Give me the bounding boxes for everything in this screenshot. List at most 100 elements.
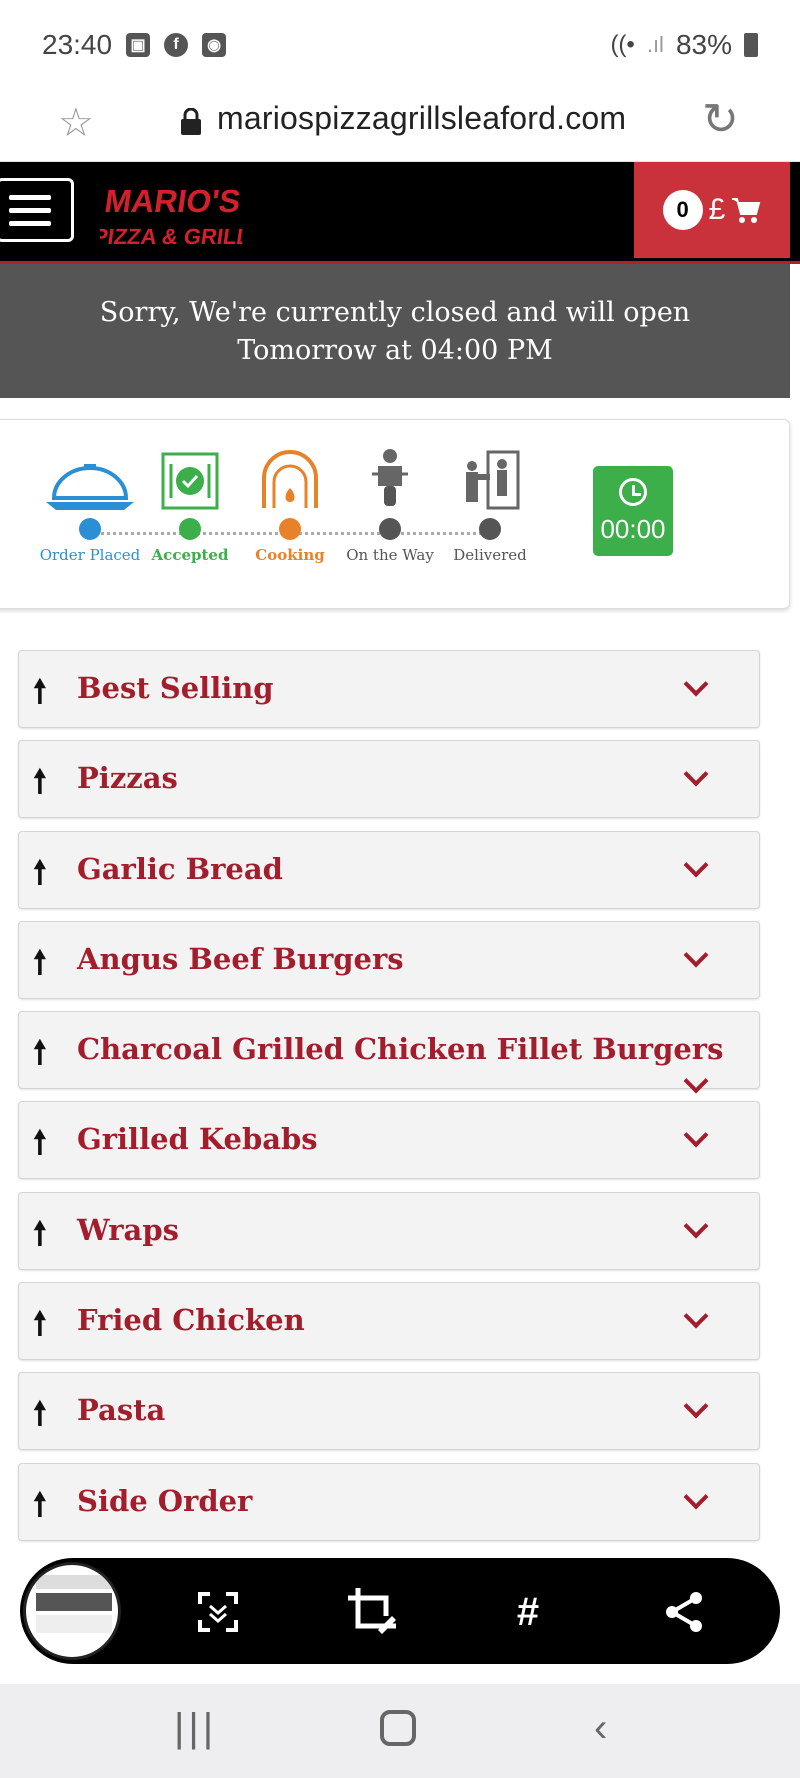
step-delivered: Delivered xyxy=(435,440,545,564)
facebook-icon: f xyxy=(164,33,189,57)
order-tracker: Order Placed Accepted Cooking On the Way… xyxy=(0,419,790,609)
step-dot xyxy=(379,518,401,540)
step-label: Cooking xyxy=(255,546,325,564)
gallery-icon: ▣ xyxy=(126,33,151,57)
category-name: Angus Beef Burgers xyxy=(77,941,404,976)
step-dot xyxy=(279,518,301,540)
reload-icon[interactable]: ↻ xyxy=(702,94,739,145)
oven-fire-icon xyxy=(235,440,345,510)
category-side-order[interactable]: 🠕 Side Order xyxy=(18,1462,760,1541)
door-delivery-icon xyxy=(435,440,545,510)
category-name: Pizzas xyxy=(77,761,178,796)
arrow-up-icon: 🠕 xyxy=(33,1485,47,1522)
back-icon[interactable]: ‹ xyxy=(594,1706,607,1751)
delivery-rider-icon xyxy=(335,440,445,510)
category-garlic-bread[interactable]: 🠕 Garlic Bread xyxy=(18,830,760,909)
step-label: Accepted xyxy=(151,546,229,564)
hashtag-icon[interactable]: # xyxy=(498,1582,558,1642)
category-chicken-fillet-burgers[interactable]: 🠕 Charcoal Grilled Chicken Fillet Burgers xyxy=(18,1011,760,1094)
step-cooking: Cooking xyxy=(235,440,345,564)
timer-value: 00:00 xyxy=(600,514,666,544)
svg-text:MARIO'S: MARIO'S xyxy=(102,183,242,219)
step-label: Delivered xyxy=(453,546,527,564)
svg-text:PIZZA & GRILL: PIZZA & GRILL xyxy=(100,224,242,249)
chevron-down-icon[interactable] xyxy=(683,942,709,968)
browser-address-bar: ☆ mariospizzagrillsleaford.com ↻ xyxy=(0,90,800,162)
category-name: Side Order xyxy=(77,1483,253,1518)
category-pizzas[interactable]: 🠕 Pizzas xyxy=(18,740,760,819)
category-angus-beef-burgers[interactable]: 🠕 Angus Beef Burgers xyxy=(18,920,760,999)
chevron-down-icon[interactable] xyxy=(683,1303,709,1329)
category-name: Wraps xyxy=(77,1212,179,1247)
closed-notice-line2: Tomorrow at 04:00 PM xyxy=(237,335,553,366)
battery-level: 83% xyxy=(675,29,732,60)
screenshot-thumbnail[interactable] xyxy=(23,1562,121,1660)
cloche-icon xyxy=(35,440,145,510)
chevron-down-icon[interactable] xyxy=(683,1484,709,1510)
step-label: On the Way xyxy=(346,546,434,564)
category-name: Best Selling xyxy=(77,671,274,705)
screenshot-toolbar: # xyxy=(20,1558,780,1664)
step-dot xyxy=(179,518,201,540)
step-on-the-way: On the Way xyxy=(335,440,445,564)
order-timer: 00:00 xyxy=(593,466,673,556)
chevron-down-icon[interactable] xyxy=(683,1068,709,1094)
category-name: Fried Chicken xyxy=(77,1303,305,1338)
category-name: Charcoal Grilled Chicken Fillet Burgers xyxy=(77,1032,724,1067)
chevron-down-icon[interactable] xyxy=(683,671,709,697)
category-wraps[interactable]: 🠕 Wraps xyxy=(18,1191,760,1270)
category-best-selling[interactable]: 🠕 Best Selling xyxy=(18,650,760,728)
cart-button[interactable]: 0 £ xyxy=(634,162,790,258)
wifi-icon: ((• xyxy=(610,31,635,58)
status-bar: 23:40 ▣ f ◉ ((• .ıl 83% xyxy=(0,0,800,90)
clock-icon xyxy=(619,478,647,506)
shopping-cart-icon xyxy=(732,198,761,223)
hamburger-menu-button[interactable] xyxy=(0,178,74,242)
arrow-up-icon: 🠕 xyxy=(33,1034,47,1071)
site-header: MARIO'S PIZZA & GRILL 0 £ xyxy=(0,162,800,264)
category-pasta[interactable]: 🠕 Pasta xyxy=(18,1372,760,1451)
system-navigation-bar: ||| ‹ xyxy=(0,1684,800,1778)
step-dot xyxy=(479,518,501,540)
step-accepted: Accepted xyxy=(135,440,245,564)
marios-logo[interactable]: MARIO'S PIZZA & GRILL xyxy=(100,170,242,258)
category-fried-chicken[interactable]: 🠕 Fried Chicken xyxy=(18,1282,760,1361)
step-order-placed: Order Placed xyxy=(35,440,145,564)
arrow-up-icon: 🠕 xyxy=(33,853,47,890)
scroll-capture-icon[interactable] xyxy=(188,1582,248,1642)
battery-icon xyxy=(744,33,758,57)
step-label: Order Placed xyxy=(39,546,141,564)
chevron-down-icon[interactable] xyxy=(683,1393,709,1419)
screen-recorder-icon: ◉ xyxy=(202,33,227,57)
cart-currency: £ xyxy=(708,193,726,226)
arrow-up-icon: 🠕 xyxy=(33,1395,47,1432)
plate-check-icon xyxy=(135,440,245,510)
menu-category-list: 🠕 Best Selling 🠕 Pizzas 🠕 Garlic Bread 🠕 Ang… xyxy=(18,650,760,1553)
chevron-down-icon[interactable] xyxy=(683,761,709,787)
arrow-up-icon: 🠕 xyxy=(33,763,47,800)
chevron-down-icon[interactable] xyxy=(683,1123,709,1148)
signal-icon: .ıl xyxy=(646,32,664,57)
cart-count-badge: 0 xyxy=(662,190,703,230)
category-name: Grilled Kebabs xyxy=(77,1122,318,1157)
recent-apps-icon[interactable]: ||| xyxy=(174,1706,217,1751)
lock-icon xyxy=(181,108,201,135)
arrow-up-icon: 🠕 xyxy=(33,673,47,709)
category-grilled-kebabs[interactable]: 🠕 Grilled Kebabs xyxy=(18,1101,760,1180)
arrow-up-icon: 🠕 xyxy=(33,943,47,980)
url-text[interactable]: mariospizzagrillsleaford.com xyxy=(217,100,626,137)
arrow-up-icon: 🠕 xyxy=(33,1305,47,1342)
share-icon[interactable] xyxy=(654,1582,714,1642)
clock: 23:40 xyxy=(42,29,113,60)
crop-edit-icon[interactable] xyxy=(342,1582,402,1642)
arrow-up-icon: 🠕 xyxy=(33,1124,47,1161)
category-name: Garlic Bread xyxy=(77,851,283,886)
arrow-up-icon: 🠕 xyxy=(33,1214,47,1251)
chevron-down-icon[interactable] xyxy=(683,1213,709,1239)
category-name: Pasta xyxy=(77,1393,166,1428)
step-dot xyxy=(79,518,101,540)
bookmark-star-icon[interactable]: ☆ xyxy=(58,100,94,146)
chevron-down-icon[interactable] xyxy=(683,852,709,878)
closed-notice-line1: Sorry, We're currently closed and will o… xyxy=(99,297,691,328)
home-icon[interactable] xyxy=(380,1710,416,1746)
